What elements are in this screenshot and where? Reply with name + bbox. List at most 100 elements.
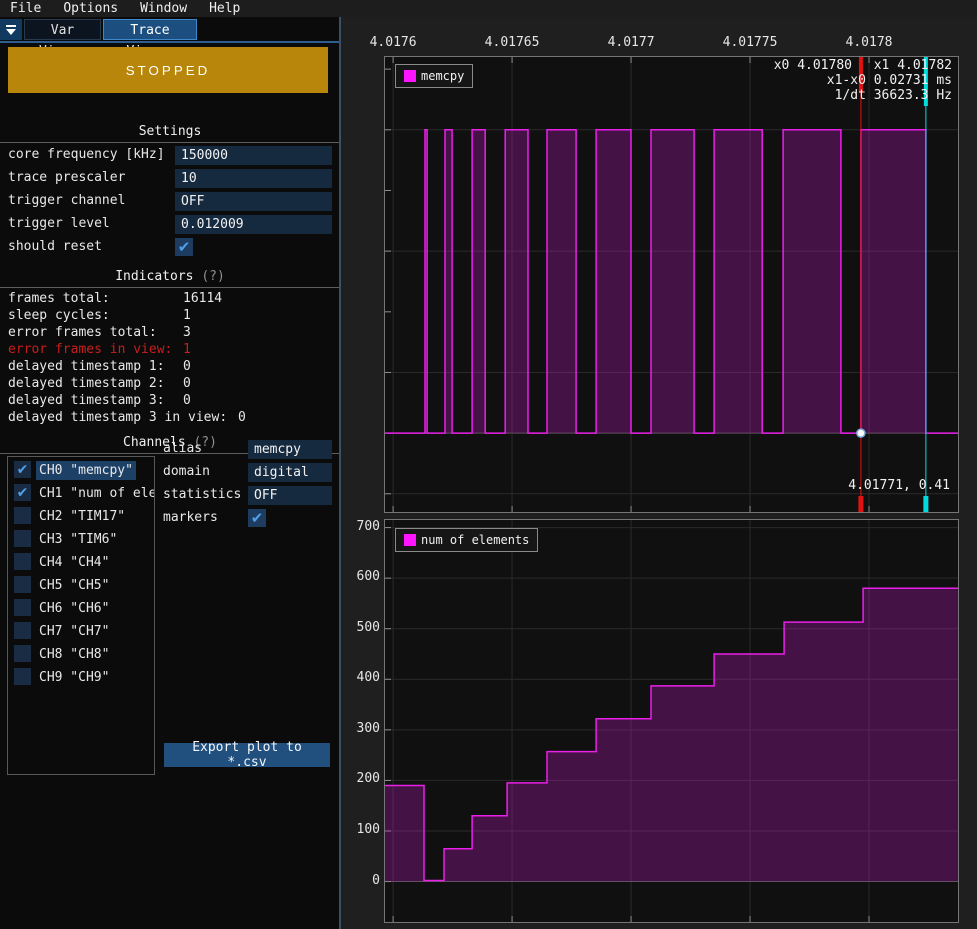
status-stopped-button[interactable]: STOPPED — [8, 47, 328, 93]
export-csv-button[interactable]: Export plot to *.csv — [164, 743, 330, 767]
tab-var-viewer[interactable]: Var Viewer — [24, 19, 101, 40]
indicator-delayed-ts2: delayed timestamp 2:0 — [0, 376, 340, 393]
tab-trace-viewer[interactable]: Trace Viewer — [103, 19, 197, 40]
divider — [0, 287, 340, 288]
trigger-channel-label: trigger channel — [8, 193, 125, 208]
channel-row-ch0[interactable]: ✔CH0 "memcpy" — [8, 459, 154, 482]
markers-checkbox[interactable]: ✔ — [248, 509, 266, 527]
x-axis-tick-label: 4.01765 — [485, 35, 540, 50]
alias-label: alias — [163, 441, 202, 456]
y-axis-tick-label: 300 — [338, 721, 380, 736]
num-of-elements-fill — [385, 588, 958, 881]
menu-window[interactable]: Window — [140, 1, 187, 16]
channel-checkbox[interactable]: ✔ — [14, 668, 31, 685]
y-axis-tick-label: 600 — [338, 569, 380, 584]
control-panel: Var Viewer Trace Viewer STOPPED Settings… — [0, 17, 340, 929]
memcpy-plot[interactable]: memcpy x0 4.01780 x1 4.01782 x1-x0 0.027… — [384, 56, 959, 513]
cursor-x0-handle-bottom[interactable] — [858, 496, 863, 512]
memcpy-waveform — [385, 130, 958, 433]
channel-row-ch9[interactable]: ✔CH9 "CH9" — [8, 666, 154, 689]
num-of-elements-plot[interactable]: num of elements — [384, 519, 959, 923]
hover-marker-dot — [857, 429, 865, 437]
y-axis-tick-label: 0 — [338, 873, 380, 888]
indicator-delayed-ts1: delayed timestamp 1:0 — [0, 359, 340, 376]
legend-label: num of elements — [421, 533, 529, 547]
collapse-icon — [6, 25, 16, 27]
panel-splitter[interactable] — [339, 17, 341, 929]
alias-input[interactable]: memcpy — [248, 440, 332, 459]
cursor-x1-readout: x1 4.01782 — [874, 58, 952, 73]
core-frequency-input[interactable]: 150000 — [175, 146, 332, 165]
menu-file[interactable]: File — [10, 1, 41, 16]
channel-list: ✔CH0 "memcpy" ✔CH1 "num of elem ✔CH2 "TI… — [7, 456, 155, 775]
should-reset-checkbox[interactable]: ✔ — [175, 238, 193, 256]
num-of-elements-svg[interactable] — [385, 520, 958, 922]
channel-checkbox[interactable]: ✔ — [14, 645, 31, 662]
domain-label: domain — [163, 464, 210, 479]
settings-header: Settings — [0, 124, 340, 139]
legend-label: memcpy — [421, 69, 464, 83]
legend-memcpy[interactable]: memcpy — [395, 64, 473, 88]
help-icon[interactable]: (?) — [201, 269, 224, 284]
indicator-frames-total: frames total:16114 — [0, 291, 340, 308]
y-axis-tick-label: 400 — [338, 670, 380, 685]
should-reset-label: should reset — [8, 239, 102, 254]
cursor-x1-handle-bottom[interactable] — [923, 496, 928, 512]
legend-swatch — [404, 534, 416, 546]
x-axis-tick-label: 4.0176 — [370, 35, 417, 50]
memcpy-waveform-svg[interactable] — [385, 57, 958, 512]
tab-bar: Var Viewer Trace Viewer — [0, 19, 340, 40]
x-axis-tick-label: 4.0177 — [608, 35, 655, 50]
channel-row-ch1[interactable]: ✔CH1 "num of elem — [8, 482, 154, 505]
statistics-select[interactable]: OFF — [248, 486, 332, 505]
divider — [0, 142, 340, 143]
menu-bar: File Options Window Help — [0, 0, 977, 17]
channel-row-ch5[interactable]: ✔CH5 "CH5" — [8, 574, 154, 597]
markers-label: markers — [163, 510, 218, 525]
channel-row-ch6[interactable]: ✔CH6 "CH6" — [8, 597, 154, 620]
y-axis-tick-label: 200 — [338, 771, 380, 786]
y-axis-tick-label: 500 — [338, 620, 380, 635]
menu-options[interactable]: Options — [63, 1, 118, 16]
indicator-error-frames-total: error frames total:3 — [0, 325, 340, 342]
y-axis-tick-label: 100 — [338, 822, 380, 837]
legend-swatch — [404, 70, 416, 82]
trigger-level-label: trigger level — [8, 216, 110, 231]
channel-checkbox[interactable]: ✔ — [14, 484, 31, 501]
indicator-delayed-ts3-in-view: delayed timestamp 3 in view:0 — [0, 410, 340, 427]
indicator-error-frames-in-view: error frames in view:1 — [0, 342, 340, 359]
check-icon: ✔ — [251, 509, 264, 527]
hover-position-readout: 4.01771, 0.41 — [848, 478, 950, 493]
channel-checkbox[interactable]: ✔ — [14, 622, 31, 639]
channel-checkbox[interactable]: ✔ — [14, 530, 31, 547]
domain-select[interactable]: digital — [248, 463, 332, 482]
cursor-frequency-readout: 1/dt 36623.3 Hz — [835, 88, 952, 103]
channel-checkbox[interactable]: ✔ — [14, 461, 31, 478]
check-icon: ✔ — [17, 485, 29, 501]
x-axis-tick-label: 4.01775 — [723, 35, 778, 50]
channel-checkbox[interactable]: ✔ — [14, 507, 31, 524]
channel-checkbox[interactable]: ✔ — [14, 599, 31, 616]
chevron-down-icon — [6, 29, 16, 35]
indicators-header: Indicators (?) — [0, 269, 340, 284]
trigger-channel-select[interactable]: OFF — [175, 192, 332, 211]
check-icon: ✔ — [178, 238, 191, 256]
channel-row-ch8[interactable]: ✔CH8 "CH8" — [8, 643, 154, 666]
y-axis-tick-label: 700 — [338, 519, 380, 534]
x-axis-tick-label: 4.0178 — [846, 35, 893, 50]
menu-help[interactable]: Help — [209, 1, 240, 16]
channel-row-ch7[interactable]: ✔CH7 "CH7" — [8, 620, 154, 643]
legend-num-of-elements[interactable]: num of elements — [395, 528, 538, 552]
channel-checkbox[interactable]: ✔ — [14, 553, 31, 570]
collapse-panel-button[interactable] — [0, 19, 22, 40]
statistics-label: statistics — [163, 487, 241, 502]
indicator-delayed-ts3: delayed timestamp 3:0 — [0, 393, 340, 410]
channel-row-ch2[interactable]: ✔CH2 "TIM17" — [8, 505, 154, 528]
trace-prescaler-input[interactable]: 10 — [175, 169, 332, 188]
channel-row-ch4[interactable]: ✔CH4 "CH4" — [8, 551, 154, 574]
tab-underline — [0, 41, 340, 43]
channel-checkbox[interactable]: ✔ — [14, 576, 31, 593]
channel-row-ch3[interactable]: ✔CH3 "TIM6" — [8, 528, 154, 551]
trigger-level-input[interactable]: 0.012009 — [175, 215, 332, 234]
cursor-x0-readout: x0 4.01780 — [774, 58, 852, 73]
